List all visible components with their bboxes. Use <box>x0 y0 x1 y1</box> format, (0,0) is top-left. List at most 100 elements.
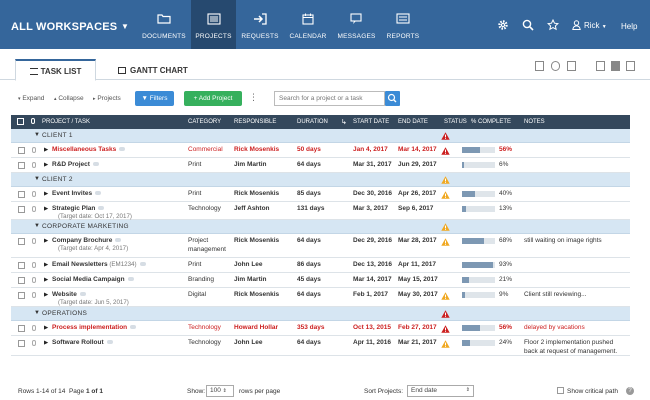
attachment-icon[interactable] <box>32 162 36 168</box>
copy-icon[interactable] <box>535 61 544 71</box>
responsible-cell[interactable]: Howard Hollar <box>234 324 278 331</box>
user-menu[interactable]: Rick ▼ <box>584 21 607 30</box>
gear-icon[interactable] <box>497 19 509 31</box>
col-end-date[interactable]: END DATE <box>398 119 428 125</box>
row-checkbox[interactable] <box>18 206 25 213</box>
filters-button[interactable]: ▼ Filters <box>135 91 174 106</box>
row-checkbox[interactable] <box>18 262 25 269</box>
table-row[interactable]: ▶ Email Newsletters (EM1234) Print John Lee… <box>11 258 630 273</box>
caret-right-icon[interactable]: ▶ <box>44 262 48 268</box>
col-project[interactable]: PROJECT / TASK <box>42 119 90 125</box>
comment-icon[interactable] <box>127 277 134 282</box>
attachment-icon[interactable] <box>32 325 36 331</box>
search-icon[interactable] <box>522 19 534 31</box>
comment-icon[interactable] <box>98 206 105 211</box>
rows-per-page-select[interactable]: 100 ⇕ <box>206 385 234 397</box>
nav-requests[interactable]: REQUESTS <box>240 0 280 49</box>
table-row[interactable]: ▶ Miscellaneous Tasks Commercial Rick Mosen… <box>11 143 630 158</box>
caret-right-icon[interactable]: ▶ <box>44 147 48 153</box>
task-name[interactable]: Social Media Campaign <box>52 276 134 283</box>
group-row[interactable]: ▼ OPERATIONS <box>11 307 630 321</box>
workspace-selector[interactable]: ALL WORKSPACES <box>11 21 117 33</box>
responsible-cell[interactable]: Jim Martin <box>234 276 267 283</box>
table-row[interactable]: ▶ R&D Project Print Jim Martin 64 days Mar 31… <box>11 158 630 173</box>
nav-documents[interactable]: DOCUMENTS <box>142 0 186 49</box>
comment-icon[interactable] <box>115 238 122 243</box>
table-row[interactable]: ▶ Software Rollout Technology John Lee 64 da… <box>11 336 630 356</box>
row-checkbox[interactable] <box>18 325 25 332</box>
row-checkbox[interactable] <box>18 162 25 169</box>
row-checkbox[interactable] <box>18 147 25 154</box>
attachment-icon[interactable] <box>32 292 36 298</box>
table-row[interactable]: ▶ Event Invites Print Rick Mosenkis 85 days D… <box>11 187 630 202</box>
nav-calendar[interactable]: CALENDAR <box>287 0 329 49</box>
row-checkbox[interactable] <box>18 292 25 299</box>
caret-right-icon[interactable]: ▶ <box>44 277 48 283</box>
group-row[interactable]: ▼ CLIENT 2 <box>11 173 630 187</box>
responsible-cell[interactable]: Rick Mosenkis <box>234 237 279 244</box>
star-icon[interactable] <box>546 18 560 31</box>
table-row[interactable]: ▶ Website (Target date: Jun 5, 2017) Digita… <box>11 288 630 307</box>
attachment-icon[interactable] <box>32 147 36 153</box>
attachment-icon[interactable] <box>32 238 36 244</box>
comment-icon[interactable] <box>92 162 99 167</box>
caret-right-icon[interactable]: ▶ <box>44 340 48 346</box>
task-name[interactable]: R&D Project <box>52 161 99 168</box>
pdf-icon[interactable] <box>626 61 635 71</box>
caret-right-icon[interactable]: ▶ <box>44 162 48 168</box>
table-row[interactable]: ▶ Strategic Plan (Target date: Oct 17, 201… <box>11 202 630 220</box>
task-name[interactable]: Website <box>52 291 86 298</box>
col-complete[interactable]: % COMPLETE <box>471 119 511 125</box>
caret-right-icon[interactable]: ▶ <box>44 191 48 197</box>
col-status[interactable]: STATUS <box>444 119 467 125</box>
sort-select[interactable]: End date ⇕ <box>407 385 474 397</box>
attachment-icon[interactable] <box>32 277 36 283</box>
row-checkbox[interactable] <box>18 191 25 198</box>
responsible-cell[interactable]: Jim Martin <box>234 161 267 168</box>
history-icon[interactable] <box>551 61 560 71</box>
attachment-icon[interactable] <box>32 340 36 346</box>
group-row[interactable]: ▼ CORPORATE MARKETING <box>11 220 630 234</box>
nav-reports[interactable]: REPORTS <box>384 0 422 49</box>
task-name[interactable]: Strategic Plan <box>52 205 105 212</box>
col-start-date[interactable]: START DATE <box>353 119 389 125</box>
comment-icon[interactable] <box>95 191 102 196</box>
task-name[interactable]: Email Newsletters (EM1234) <box>52 261 146 268</box>
search-input[interactable] <box>274 91 385 106</box>
caret-down-icon[interactable]: ▼ <box>34 310 40 316</box>
comment-icon[interactable] <box>119 147 126 152</box>
responsible-cell[interactable]: Jeff Ashton <box>234 205 270 212</box>
help-icon[interactable]: ? <box>626 387 634 395</box>
tab-gantt-chart[interactable]: GANTT CHART <box>118 59 188 81</box>
responsible-cell[interactable]: John Lee <box>234 261 263 268</box>
comment-icon[interactable] <box>106 340 113 345</box>
expand-link[interactable]: ▾ Expand <box>18 95 44 102</box>
attachment-icon[interactable] <box>32 206 36 212</box>
comment-icon[interactable] <box>139 262 146 267</box>
caret-right-icon[interactable]: ▶ <box>44 206 48 212</box>
search-button[interactable] <box>385 91 400 106</box>
row-checkbox[interactable] <box>18 238 25 245</box>
col-category[interactable]: CATEGORY <box>188 119 221 125</box>
responsible-cell[interactable]: Rick Mosenkis <box>234 146 279 153</box>
help-link[interactable]: Help <box>621 22 637 31</box>
nav-messages[interactable]: MESSAGES <box>336 0 377 49</box>
attachment-icon[interactable] <box>32 262 36 268</box>
task-name[interactable]: Miscellaneous Tasks <box>52 146 126 153</box>
col-duration[interactable]: DURATION <box>297 119 328 125</box>
task-name[interactable]: Process implementation <box>52 324 137 331</box>
nav-projects[interactable]: PROJECTS <box>191 0 236 49</box>
table-row[interactable]: ▶ Process implementation Technology Howard … <box>11 321 630 336</box>
responsible-cell[interactable]: John Lee <box>234 339 263 346</box>
responsible-cell[interactable]: Rick Mosenkis <box>234 291 279 298</box>
row-checkbox[interactable] <box>18 340 25 347</box>
table-row[interactable]: ▶ Social Media Campaign Branding Jim Martin… <box>11 273 630 288</box>
col-responsible[interactable]: RESPONSIBLE <box>234 119 276 125</box>
task-name[interactable]: Software Rollout <box>52 339 113 346</box>
caret-right-icon[interactable]: ▶ <box>44 292 48 298</box>
task-name[interactable]: Company Brochure <box>52 237 122 244</box>
group-row[interactable]: ▼ CLIENT 1 <box>11 129 630 143</box>
comment-icon[interactable] <box>79 292 86 297</box>
caret-right-icon[interactable]: ▶ <box>44 325 48 331</box>
select-all-checkbox[interactable] <box>17 118 24 125</box>
